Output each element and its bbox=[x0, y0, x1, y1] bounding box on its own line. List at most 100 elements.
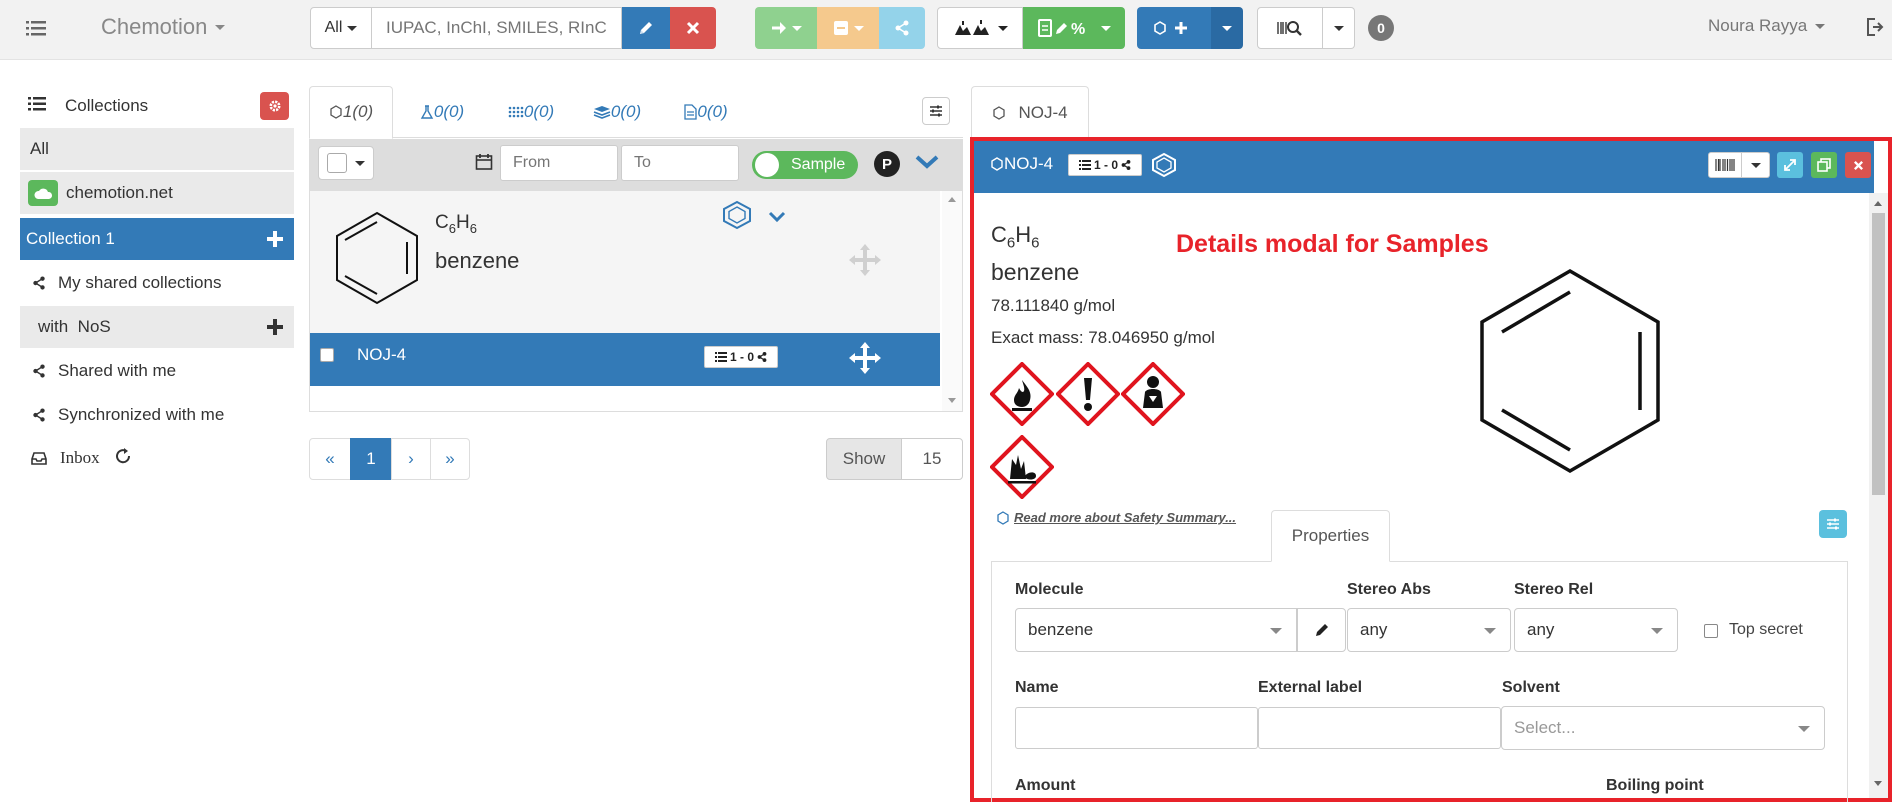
barcode-search-button[interactable] bbox=[1257, 7, 1323, 49]
tab-wellplates[interactable]: 0(0) bbox=[488, 86, 574, 138]
list-icon bbox=[1078, 160, 1091, 170]
detail-scrollbar[interactable] bbox=[1869, 193, 1888, 798]
detail-tab-noj-4[interactable]: NOJ-4 bbox=[971, 86, 1089, 139]
share-icon bbox=[757, 352, 767, 362]
sample-row-label: NOJ-4 bbox=[357, 345, 407, 364]
show-label: Show bbox=[826, 438, 902, 480]
tab-properties[interactable]: Properties bbox=[1271, 510, 1390, 562]
stereo-abs-select[interactable]: any bbox=[1347, 608, 1511, 652]
date-from-input[interactable] bbox=[500, 145, 618, 181]
molecule-label: Molecule bbox=[1015, 581, 1084, 598]
search-scope-dropdown[interactable]: All bbox=[310, 7, 372, 49]
tab-research-plans[interactable]: 0(0) bbox=[662, 86, 750, 138]
top-secret-checkbox[interactable] bbox=[1704, 624, 1718, 638]
share-button[interactable] bbox=[879, 7, 925, 49]
refresh-icon[interactable] bbox=[114, 447, 132, 470]
sidebar-item-my-shared-collections[interactable]: My shared collections bbox=[20, 262, 294, 304]
logout-icon[interactable] bbox=[1865, 17, 1885, 42]
drag-handle-icon[interactable] bbox=[849, 244, 881, 281]
per-page-input[interactable]: 15 bbox=[901, 438, 963, 480]
collection-settings-button[interactable] bbox=[260, 92, 289, 120]
list-settings-button[interactable] bbox=[922, 97, 950, 125]
app-title-dropdown[interactable]: Chemotion bbox=[101, 14, 226, 40]
add-collection-icon[interactable] bbox=[266, 230, 284, 253]
print-barcode-dropdown[interactable] bbox=[1742, 152, 1770, 178]
molecule-select[interactable]: benzene bbox=[1015, 608, 1297, 652]
clear-search-button[interactable] bbox=[670, 7, 716, 49]
detail-header-badge[interactable]: 1 - 0 bbox=[1068, 154, 1142, 176]
name-input[interactable] bbox=[1015, 707, 1258, 749]
sample-icon bbox=[997, 510, 1009, 525]
exclamation-icon bbox=[1055, 361, 1121, 427]
sidebar-item-inbox[interactable]: Inbox bbox=[20, 437, 294, 479]
molar-mass: 78.111840 g/mol bbox=[991, 296, 1116, 315]
expand-chevron-icon[interactable] bbox=[768, 210, 786, 228]
move-to-collection-button[interactable] bbox=[755, 7, 817, 49]
external-label-label: External label bbox=[1258, 679, 1363, 696]
pagination-first[interactable]: « bbox=[309, 438, 351, 480]
chevron-down-icon[interactable] bbox=[915, 154, 939, 175]
properties-settings-button[interactable] bbox=[1819, 510, 1847, 538]
import-export-icon bbox=[954, 20, 989, 35]
product-filter-badge[interactable]: P bbox=[874, 151, 900, 177]
tab-screens[interactable]: 0(0) bbox=[574, 86, 660, 138]
user-menu[interactable]: Noura Rayya bbox=[1708, 16, 1826, 36]
sidebar-item-shared-with-me[interactable]: Shared with me bbox=[20, 350, 294, 392]
sidebar-item-collection-1[interactable]: Collection 1 bbox=[20, 218, 294, 260]
molecule-icon[interactable] bbox=[721, 200, 753, 235]
sample-plus-icon bbox=[1154, 21, 1187, 35]
barcode-dropdown[interactable] bbox=[1323, 7, 1355, 49]
sidebar-item-synchronized-with-me[interactable]: Synchronized with me bbox=[20, 394, 294, 436]
scan-import-button[interactable] bbox=[937, 7, 1023, 49]
sidebar-item-with-nos[interactable]: with NoS bbox=[20, 306, 294, 348]
duplicate-button[interactable] bbox=[1811, 152, 1837, 178]
scrollbar-thumb[interactable] bbox=[1872, 213, 1885, 495]
sample-reaction-toggle[interactable]: Sample bbox=[752, 151, 858, 179]
sample-row-badge[interactable]: 1 - 0 bbox=[704, 346, 778, 368]
molecule-structure-icon[interactable] bbox=[1150, 152, 1178, 183]
list-icon bbox=[28, 96, 56, 117]
sidebar-item-chemotion-net[interactable]: chemotion.net bbox=[20, 172, 294, 214]
safety-summary-link[interactable]: Read more about Safety Summary... bbox=[996, 510, 1236, 525]
remove-from-collection-button[interactable] bbox=[817, 7, 879, 49]
drag-handle-icon[interactable] bbox=[849, 342, 881, 379]
create-element-dropdown[interactable] bbox=[1211, 7, 1243, 49]
solvent-select[interactable]: Select... bbox=[1501, 706, 1825, 750]
report-button[interactable]: % bbox=[1023, 7, 1125, 49]
pagination-last[interactable]: » bbox=[430, 438, 470, 480]
structure-editor-button[interactable] bbox=[622, 7, 670, 49]
tab-reactions[interactable]: 0(0) bbox=[402, 86, 482, 138]
share-icon bbox=[24, 408, 54, 422]
sample-row-checkbox[interactable] bbox=[320, 348, 334, 362]
gear-icon bbox=[269, 100, 280, 112]
sample-icon bbox=[991, 157, 1003, 171]
stereo-rel-select[interactable]: any bbox=[1514, 608, 1678, 652]
date-to-input[interactable] bbox=[621, 145, 739, 181]
add-icon[interactable] bbox=[266, 318, 284, 341]
sidebar-item-all[interactable]: All bbox=[20, 128, 294, 170]
arrow-right-icon bbox=[771, 22, 786, 34]
solvent-label: Solvent bbox=[1502, 679, 1560, 696]
close-detail-button[interactable] bbox=[1845, 152, 1871, 178]
select-all-dropdown[interactable] bbox=[318, 146, 374, 180]
fullscreen-button[interactable] bbox=[1777, 152, 1803, 178]
list-scrollbar[interactable] bbox=[942, 191, 962, 411]
edit-molecule-button[interactable] bbox=[1297, 608, 1346, 652]
select-all-checkbox[interactable] bbox=[327, 153, 347, 173]
pencil-icon bbox=[640, 22, 652, 34]
name-label: Name bbox=[1015, 679, 1059, 696]
list-icon bbox=[714, 352, 727, 362]
menu-toggle-icon[interactable] bbox=[26, 18, 46, 38]
close-icon bbox=[1853, 160, 1863, 170]
external-label-input[interactable] bbox=[1258, 707, 1501, 749]
pagination-page-1[interactable]: 1 bbox=[350, 438, 392, 480]
tab-samples[interactable]: 1(0) bbox=[309, 86, 393, 138]
create-element-button[interactable] bbox=[1137, 7, 1211, 49]
svg-text:%: % bbox=[1071, 21, 1085, 37]
search-input[interactable] bbox=[372, 7, 622, 49]
pagination-next[interactable]: › bbox=[391, 438, 431, 480]
print-barcode-button[interactable] bbox=[1708, 152, 1742, 178]
notification-badge[interactable]: 0 bbox=[1368, 15, 1394, 41]
molecule-structure-drawing[interactable] bbox=[1476, 268, 1664, 474]
wellplate-icon bbox=[508, 106, 524, 118]
